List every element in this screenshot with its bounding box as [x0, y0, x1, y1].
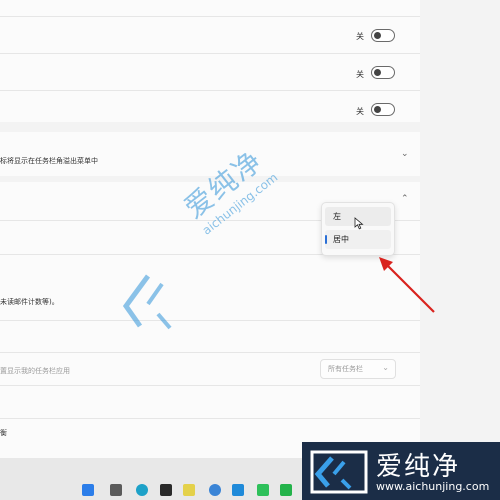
sogou-icon[interactable]: [209, 484, 221, 496]
overflow-description: 标将显示在任务栏角溢出菜单中: [0, 157, 98, 165]
toggle-switch[interactable]: [371, 29, 395, 42]
selection-indicator: [325, 235, 327, 244]
taskbar-apps-combo[interactable]: 所有任务栏 ⌄: [320, 359, 396, 379]
divider: [0, 320, 420, 321]
logo-brand: 爱纯净: [376, 452, 461, 482]
wechat-icon[interactable]: [280, 484, 292, 496]
divider: [0, 16, 420, 17]
chevron-down-icon[interactable]: ⌄: [401, 149, 409, 159]
chevron-down-icon: ⌄: [382, 363, 389, 372]
divider: [0, 352, 420, 353]
feishu-icon[interactable]: [257, 484, 269, 496]
chevron-up-icon[interactable]: ⌃: [401, 194, 409, 204]
settings-group-top: [0, 0, 420, 122]
toggle-state-label: 关: [356, 70, 364, 79]
badge-description: 未读邮件计数等)。: [0, 298, 59, 306]
annotation-arrow-icon: [379, 257, 435, 313]
toggle-switch[interactable]: [371, 66, 395, 79]
ev-icon[interactable]: [183, 484, 195, 496]
edge-icon[interactable]: [136, 484, 148, 496]
divider: [0, 90, 420, 91]
logo-mark-icon: [310, 450, 368, 494]
site-logo: 爱纯净 www.aichunjing.com: [302, 442, 500, 500]
mouse-cursor-icon: [354, 217, 364, 230]
toggle-state-label: 关: [356, 107, 364, 116]
watermark-logo-icon: [122, 274, 172, 330]
divider: [0, 53, 420, 54]
qq-penguin-icon[interactable]: [232, 484, 244, 496]
toggle-switch[interactable]: [371, 103, 395, 116]
divider: [0, 385, 420, 386]
qq-icon[interactable]: [160, 484, 172, 496]
bottom-row-label: 衡: [0, 429, 7, 437]
logo-url: www.aichunjing.com: [376, 480, 490, 493]
combo-value: 所有任务栏: [328, 365, 363, 373]
multi-monitor-description: 置显示我的任务栏应用: [0, 367, 70, 375]
task-view-icon[interactable]: [110, 484, 122, 496]
divider: [0, 418, 420, 419]
toggle-state-label: 关: [356, 32, 364, 41]
dropdown-option-center[interactable]: 居中: [325, 230, 391, 249]
windows-start-icon[interactable]: [82, 484, 94, 496]
option-label: 居中: [333, 235, 349, 244]
option-label: 左: [333, 212, 341, 221]
